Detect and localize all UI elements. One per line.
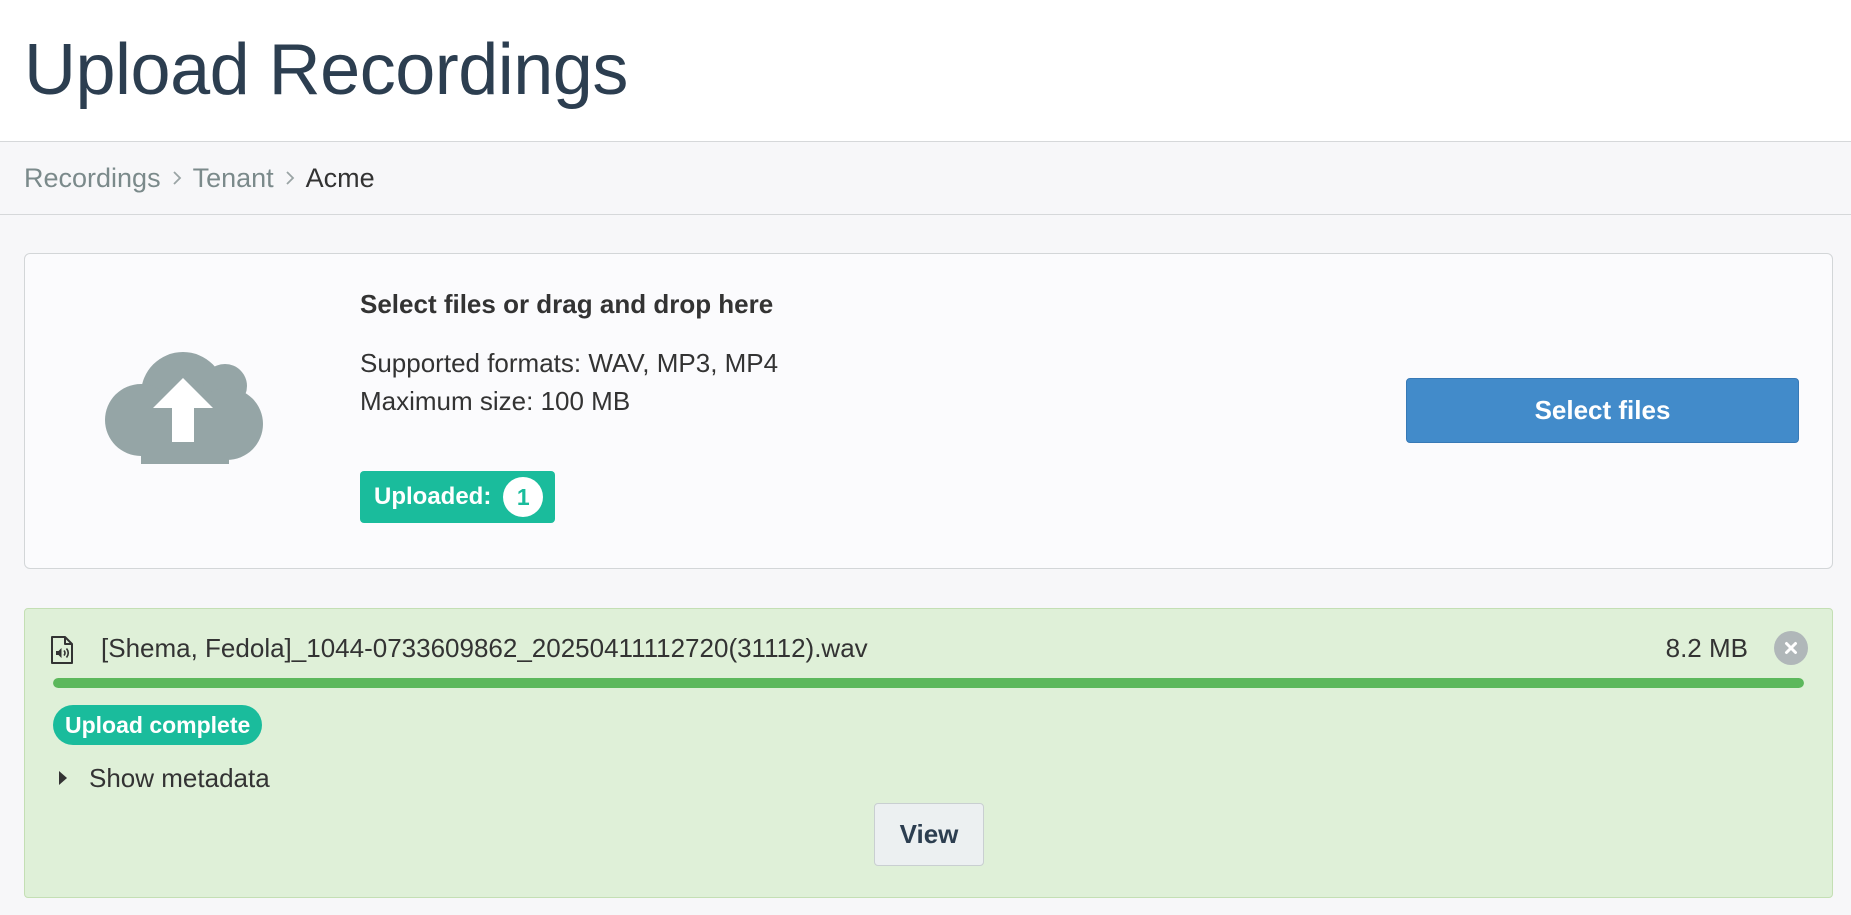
upload-progress-fill — [53, 678, 1804, 688]
dropzone-title: Select files or drag and drop here — [360, 289, 774, 319]
show-metadata-toggle[interactable]: Show metadata — [53, 761, 270, 795]
upload-status-badge: Upload complete — [53, 705, 263, 745]
cloud-upload-icon — [105, 352, 263, 464]
file-dropzone[interactable]: Select files or drag and drop here Suppo… — [24, 253, 1833, 569]
main-content: Select files or drag and drop here Suppo… — [0, 215, 1851, 915]
show-metadata-label: Show metadata — [89, 763, 270, 793]
dropzone-instructions: Select files or drag and drop here Suppo… — [360, 288, 1120, 420]
maximum-size-text: Maximum size: 100 MB — [360, 386, 631, 416]
breadcrumb: Recordings Tenant Acme — [0, 142, 1851, 215]
uploaded-count: 1 — [503, 477, 544, 517]
breadcrumb-item-current: Acme — [305, 162, 375, 193]
select-files-button[interactable]: Select files — [1406, 378, 1799, 443]
upload-progress-bar — [53, 678, 1804, 688]
view-button[interactable]: View — [874, 803, 984, 866]
uploaded-count-badge: Uploaded: 1 — [360, 471, 556, 523]
supported-formats-text: Supported formats: WAV, MP3, MP4 — [360, 348, 779, 378]
uploaded-file-card: [Shema, Fedola]_1044-0733609862_20250411… — [24, 608, 1833, 898]
uploaded-label: Uploaded: — [374, 483, 492, 510]
breadcrumb-item-recordings[interactable]: Recordings — [24, 163, 161, 194]
page-title: Upload Recordings — [24, 30, 628, 110]
caret-right-icon — [59, 771, 67, 785]
chevron-right-icon — [161, 169, 193, 187]
file-size: 8.2 MB — [1665, 633, 1748, 663]
chevron-right-icon — [274, 169, 306, 187]
audio-file-icon — [51, 636, 73, 664]
remove-file-icon[interactable] — [1774, 631, 1808, 665]
file-name: [Shema, Fedola]_1044-0733609862_20250411… — [101, 633, 868, 663]
breadcrumb-item-tenant[interactable]: Tenant — [193, 163, 274, 194]
page-header: Upload Recordings — [0, 0, 1851, 142]
